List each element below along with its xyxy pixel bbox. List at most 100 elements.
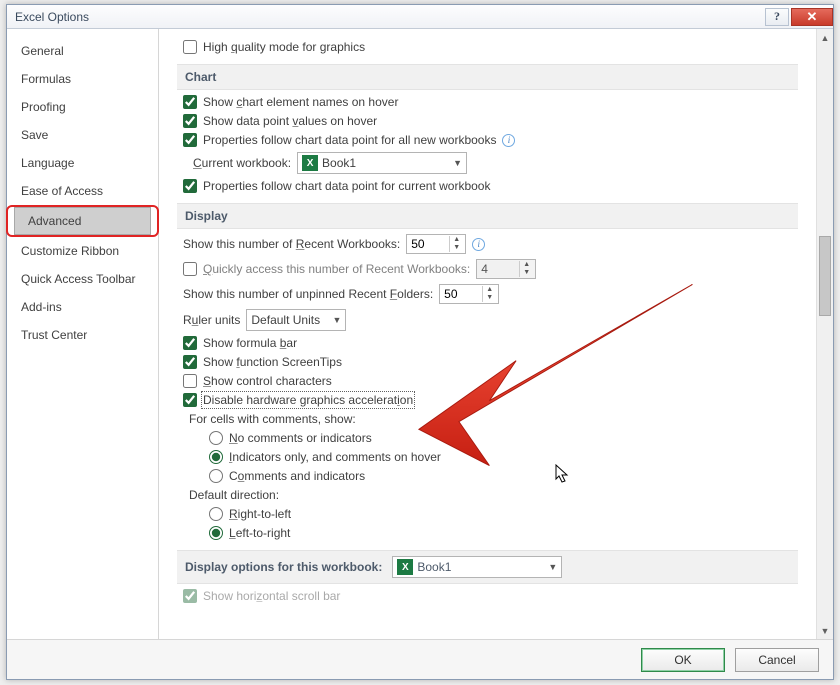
scroll-thumb[interactable] xyxy=(819,236,831,316)
sidebar-item-quick-access-toolbar[interactable]: Quick Access Toolbar xyxy=(7,265,158,293)
recent-folders-input[interactable]: ▲▼ xyxy=(439,284,499,304)
scroll-up-icon[interactable]: ▲ xyxy=(817,29,833,46)
label-direction-ltr: Left-to-right xyxy=(229,526,290,540)
comments-header: For cells with comments, show: xyxy=(189,412,798,426)
label-chart-props-current: Properties follow chart data point for c… xyxy=(203,179,490,193)
current-workbook-select[interactable]: X Book1 ▼ xyxy=(297,152,467,174)
sidebar-item-trust-center[interactable]: Trust Center xyxy=(7,321,158,349)
option-chart-names[interactable]: Show chart element names on hover xyxy=(183,95,798,109)
current-workbook-value: Book1 xyxy=(322,156,356,170)
radio-comments-none[interactable] xyxy=(209,431,223,445)
cancel-button[interactable]: Cancel xyxy=(735,648,819,672)
label-high-quality-graphics: High quality mode for graphics xyxy=(203,40,365,54)
section-display-workbook-title: Display options for this workbook: xyxy=(185,560,382,574)
label-direction-rtl: Right-to-left xyxy=(229,507,291,521)
label-formula-bar: Show formula bar xyxy=(203,336,297,350)
checkbox-control-chars[interactable] xyxy=(183,374,197,388)
checkbox-quick-access[interactable] xyxy=(183,262,197,276)
option-hscroll[interactable]: Show horizontal scroll bar xyxy=(183,589,798,603)
radio-direction-ltr[interactable] xyxy=(209,526,223,540)
sidebar-item-ease-of-access[interactable]: Ease of Access xyxy=(7,177,158,205)
sidebar-item-language[interactable]: Language xyxy=(7,149,158,177)
annotation-highlight-advanced: Advanced xyxy=(6,205,159,237)
sidebar-item-proofing[interactable]: Proofing xyxy=(7,93,158,121)
sidebar-item-save[interactable]: Save xyxy=(7,121,158,149)
scroll-area[interactable]: High quality mode for graphics Chart Sho… xyxy=(159,29,816,639)
dialog-title: Excel Options xyxy=(15,10,763,24)
radio-comments-indicators[interactable] xyxy=(209,450,223,464)
label-hscroll: Show horizontal scroll bar xyxy=(203,589,340,603)
option-direction-rtl[interactable]: Right-to-left xyxy=(209,507,798,521)
label-current-workbook: Current workbook: xyxy=(193,156,291,170)
close-button[interactable]: ✕ xyxy=(791,8,833,26)
label-quick-access: Quickly access this number of Recent Wor… xyxy=(203,262,470,276)
option-comments-none[interactable]: No comments or indicators xyxy=(209,431,798,445)
info-icon[interactable]: i xyxy=(502,134,515,147)
recent-workbooks-value[interactable] xyxy=(407,236,449,252)
checkbox-chart-values[interactable] xyxy=(183,114,197,128)
checkbox-hscroll[interactable] xyxy=(183,589,197,603)
excel-icon: X xyxy=(397,559,413,575)
label-recent-folders: Show this number of unpinned Recent Fold… xyxy=(183,287,433,301)
info-icon[interactable]: i xyxy=(472,238,485,251)
help-button[interactable]: ? xyxy=(765,8,789,26)
checkbox-formula-bar[interactable] xyxy=(183,336,197,350)
label-disable-hw-accel: Disable hardware graphics acceleration xyxy=(203,393,413,407)
option-chart-props-all[interactable]: Properties follow chart data point for a… xyxy=(183,133,798,147)
scroll-down-icon[interactable]: ▼ xyxy=(817,622,833,639)
sidebar-item-advanced[interactable]: Advanced xyxy=(14,207,151,235)
option-formula-bar[interactable]: Show formula bar xyxy=(183,336,798,350)
option-direction-ltr[interactable]: Left-to-right xyxy=(209,526,798,540)
excel-options-dialog: Excel Options ? ✕ General Formulas Proof… xyxy=(6,4,834,680)
chevron-down-icon: ▼ xyxy=(332,315,341,325)
quick-access-row[interactable]: Quickly access this number of Recent Wor… xyxy=(183,259,798,279)
chevron-down-icon: ▼ xyxy=(453,158,462,168)
option-chart-props-current[interactable]: Properties follow chart data point for c… xyxy=(183,179,798,193)
recent-folders-value[interactable] xyxy=(440,286,482,302)
label-control-chars: Show control characters xyxy=(203,374,332,388)
radio-comments-both[interactable] xyxy=(209,469,223,483)
recent-workbooks-input[interactable]: ▲▼ xyxy=(406,234,466,254)
quick-access-input: ▲▼ xyxy=(476,259,536,279)
checkbox-chart-props-current[interactable] xyxy=(183,179,197,193)
current-workbook-row: Current workbook: X Book1 ▼ xyxy=(193,152,798,174)
dialog-footer: OK Cancel xyxy=(7,639,833,679)
ruler-units-select[interactable]: Default Units ▼ xyxy=(246,309,346,331)
scroll-track[interactable] xyxy=(817,46,833,622)
excel-icon: X xyxy=(302,155,318,171)
sidebar-item-customize-ribbon[interactable]: Customize Ribbon xyxy=(7,237,158,265)
display-workbook-value: Book1 xyxy=(417,560,451,574)
options-content: High quality mode for graphics Chart Sho… xyxy=(159,29,833,639)
label-comments-both: Comments and indicators xyxy=(229,469,365,483)
checkbox-high-quality-graphics[interactable] xyxy=(183,40,197,54)
section-display-workbook: Display options for this workbook: X Boo… xyxy=(177,550,798,584)
checkbox-chart-names[interactable] xyxy=(183,95,197,109)
display-workbook-select[interactable]: X Book1 ▼ xyxy=(392,556,562,578)
sidebar-item-add-ins[interactable]: Add-ins xyxy=(7,293,158,321)
ruler-units-row: Ruler units Default Units ▼ xyxy=(183,309,798,331)
sidebar-item-formulas[interactable]: Formulas xyxy=(7,65,158,93)
label-chart-props-all: Properties follow chart data point for a… xyxy=(203,133,496,147)
vertical-scrollbar[interactable]: ▲ ▼ xyxy=(816,29,833,639)
label-recent-workbooks: Show this number of Recent Workbooks: xyxy=(183,237,400,251)
option-control-chars[interactable]: Show control characters xyxy=(183,374,798,388)
checkbox-screentips[interactable] xyxy=(183,355,197,369)
label-chart-values: Show data point values on hover xyxy=(203,114,377,128)
option-high-quality-graphics[interactable]: High quality mode for graphics xyxy=(183,40,798,54)
option-disable-hw-accel[interactable]: Disable hardware graphics acceleration xyxy=(183,393,798,407)
radio-direction-rtl[interactable] xyxy=(209,507,223,521)
ruler-units-value: Default Units xyxy=(251,313,320,327)
quick-access-value xyxy=(477,261,519,277)
sidebar-item-general[interactable]: General xyxy=(7,37,158,65)
checkbox-chart-props-all[interactable] xyxy=(183,133,197,147)
checkbox-disable-hw-accel[interactable] xyxy=(183,393,197,407)
option-screentips[interactable]: Show function ScreenTips xyxy=(183,355,798,369)
label-comments-none: No comments or indicators xyxy=(229,431,372,445)
option-comments-indicators[interactable]: Indicators only, and comments on hover xyxy=(209,450,798,464)
option-chart-values[interactable]: Show data point values on hover xyxy=(183,114,798,128)
title-bar[interactable]: Excel Options ? ✕ xyxy=(7,5,833,29)
ok-button[interactable]: OK xyxy=(641,648,725,672)
section-chart: Chart xyxy=(177,64,798,90)
option-comments-both[interactable]: Comments and indicators xyxy=(209,469,798,483)
category-sidebar: General Formulas Proofing Save Language … xyxy=(7,29,159,639)
